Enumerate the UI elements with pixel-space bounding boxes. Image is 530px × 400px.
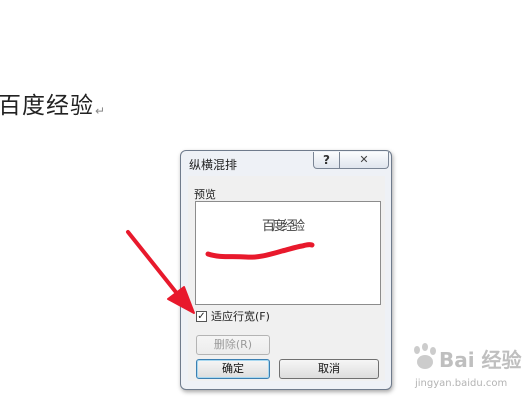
baidu-jingyan-watermark: Bai 经验 jingyan.baidu.com [405,332,530,400]
watermark-url: jingyan.baidu.com [415,378,508,389]
watermark-main-text: Bai 经验 [439,348,522,372]
paw-logo-icon [414,343,436,369]
